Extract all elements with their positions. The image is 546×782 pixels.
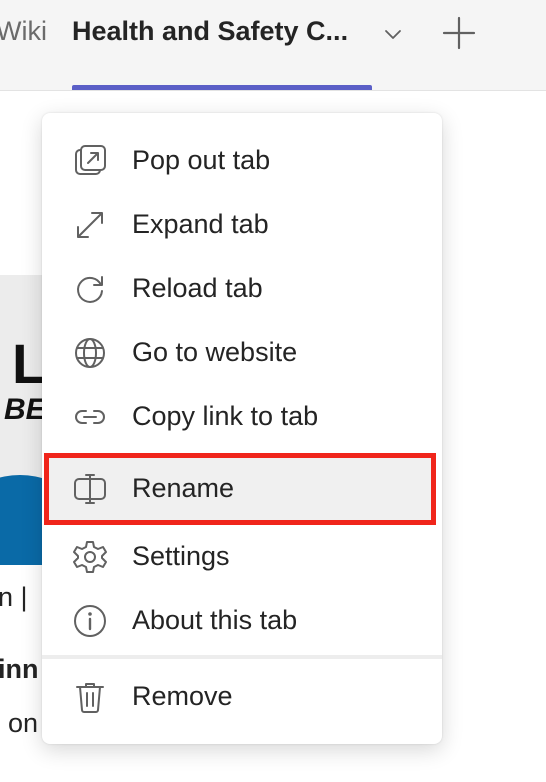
menu-item-label: Expand tab — [132, 209, 269, 239]
link-icon — [72, 399, 108, 435]
menu-item-pop-out-tab[interactable]: Pop out tab — [42, 129, 442, 193]
banner-graphic — [0, 475, 44, 565]
page-text-line: on — [8, 708, 39, 738]
reload-icon — [72, 271, 108, 307]
menu-item-settings[interactable]: Settings — [42, 525, 442, 589]
pop-out-icon — [72, 143, 108, 179]
page-heading-fragment: inn — [0, 654, 39, 684]
menu-item-rename[interactable]: Rename — [44, 453, 436, 525]
info-icon — [72, 603, 108, 639]
add-tab-button[interactable] — [440, 14, 478, 52]
gear-icon — [72, 539, 108, 575]
tab-wiki[interactable]: Wiki — [0, 16, 47, 47]
tab-context-menu: Pop out tab Expand tab Reload tab Go to … — [42, 113, 442, 744]
chevron-down-icon[interactable] — [383, 24, 403, 44]
tab-bar: Wiki Health and Safety C... — [0, 0, 546, 91]
menu-item-about-tab[interactable]: About this tab — [42, 589, 442, 653]
menu-item-label: Pop out tab — [132, 145, 271, 175]
tab-health-and-safety[interactable]: Health and Safety C... — [72, 0, 372, 91]
menu-item-label: Go to website — [132, 337, 298, 367]
trash-icon — [72, 679, 108, 715]
menu-item-label: Reload tab — [132, 273, 263, 303]
menu-item-label: Remove — [132, 681, 233, 711]
menu-item-label: Copy link to tab — [132, 401, 319, 431]
menu-item-go-to-website[interactable]: Go to website — [42, 321, 442, 385]
tab-active-label: Health and Safety C... — [72, 16, 349, 46]
menu-item-copy-link[interactable]: Copy link to tab — [42, 385, 442, 449]
page-text-line: n | — [0, 582, 28, 612]
expand-icon — [72, 207, 108, 243]
banner-text: L — [12, 332, 44, 395]
menu-item-label: About this tab — [132, 605, 298, 635]
menu-item-remove[interactable]: Remove — [42, 665, 442, 729]
menu-item-expand-tab[interactable]: Expand tab — [42, 193, 442, 257]
globe-icon — [72, 335, 108, 371]
plus-icon — [442, 16, 476, 50]
rename-icon — [72, 471, 108, 507]
menu-divider — [42, 655, 442, 659]
banner-subtext: BE — [4, 393, 44, 426]
page-banner-image: L BE — [0, 275, 44, 565]
menu-item-label: Rename — [132, 473, 235, 503]
tab-active-indicator — [72, 85, 372, 90]
menu-item-label: Settings — [132, 541, 230, 571]
menu-item-reload-tab[interactable]: Reload tab — [42, 257, 442, 321]
